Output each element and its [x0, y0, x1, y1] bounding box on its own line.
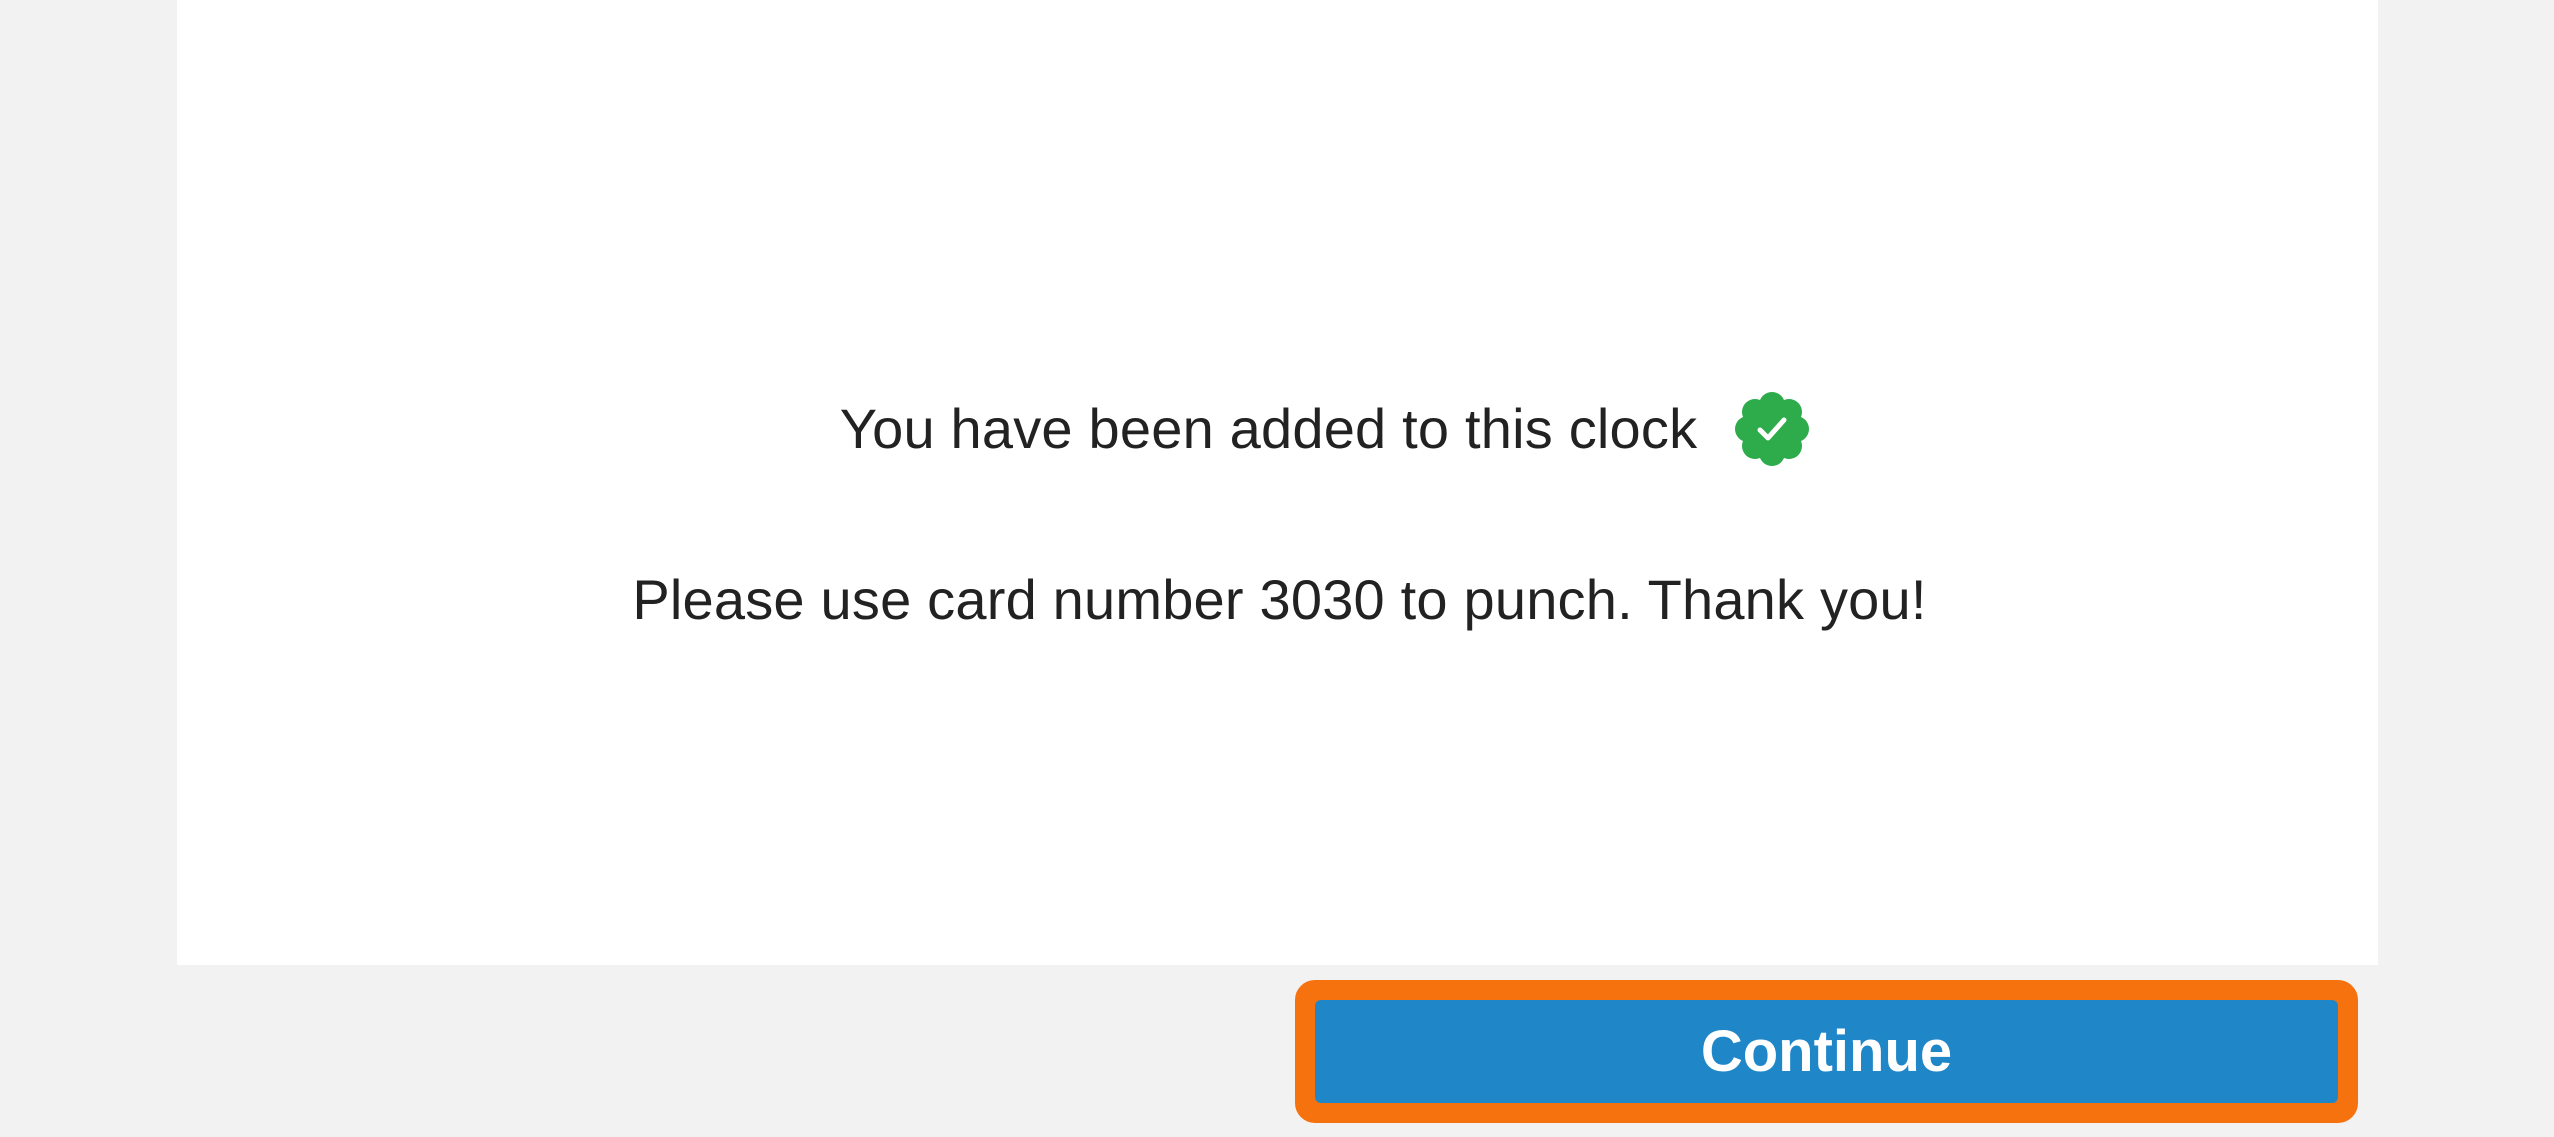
headline-row: You have been added to this clock	[177, 390, 2378, 468]
confirmation-headline: You have been added to this clock	[839, 397, 1698, 460]
card-number-message: Please use card number 3030 to punch. Th…	[632, 568, 1927, 631]
confirmation-card: You have been added to this clock Please…	[177, 0, 2378, 965]
page: You have been added to this clock Please…	[0, 0, 2554, 1137]
continue-button[interactable]: Continue	[1315, 1000, 2338, 1103]
continue-button-highlight: Continue	[1295, 980, 2358, 1123]
verified-check-icon	[1733, 390, 1811, 468]
